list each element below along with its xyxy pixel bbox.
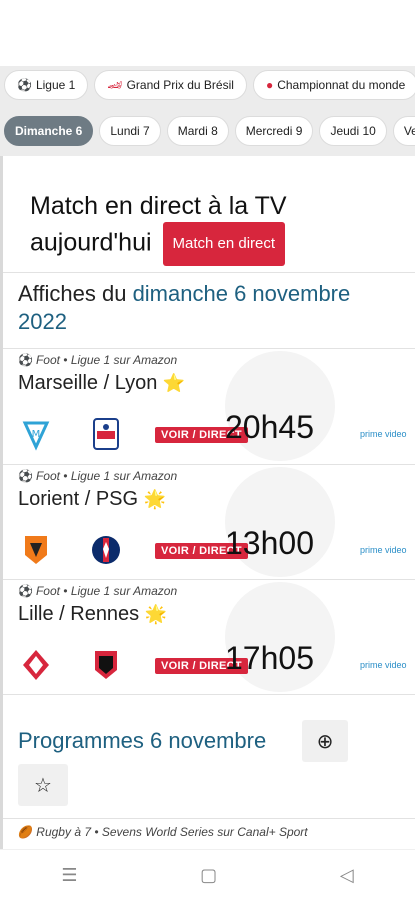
menu-icon[interactable]: ☰ xyxy=(61,865,77,886)
chip-ligue-1[interactable]: ⚽ Ligue 1 xyxy=(4,70,89,100)
match-time: 20h45 xyxy=(225,409,314,445)
marseille-logo-icon: M xyxy=(22,421,50,451)
favorite-button[interactable]: ☆ xyxy=(18,764,68,806)
prime-video-logo: prime video xyxy=(360,429,407,439)
chip-championnat[interactable]: ● Championnat du monde xyxy=(252,70,415,100)
back-icon[interactable]: ◁ xyxy=(340,865,354,886)
star-outline-icon: ☆ xyxy=(34,774,52,797)
match-meta: ⚽ Foot • Ligue 1 sur Amazon xyxy=(18,353,178,367)
star-icon: 🌟 xyxy=(143,489,167,509)
hero-section: Match en direct à la TV aujourd'hui Matc… xyxy=(30,190,400,266)
soccer-ball-icon: ⚽ xyxy=(18,584,33,598)
divider xyxy=(3,694,415,695)
tab-day-1[interactable]: Lundi 7 xyxy=(99,116,161,146)
day-tabs: Dimanche 6 Lundi 7 Mardi 8 Mercredi 9 Je… xyxy=(0,116,415,150)
programmes-title: Programmes 6 novembre xyxy=(18,728,267,753)
race-car-icon: 🏎 xyxy=(107,78,123,92)
boxing-glove-icon: ● xyxy=(265,78,274,92)
lille-logo-icon xyxy=(23,650,49,680)
match-card[interactable]: ⚽ Foot • Ligue 1 sur Amazon Lille / Renne… xyxy=(3,580,415,695)
rugby-ball-icon: 🏉 xyxy=(18,825,33,839)
tab-day-0[interactable]: Dimanche 6 xyxy=(4,116,94,146)
tab-day-2[interactable]: Mardi 8 xyxy=(166,116,229,146)
psg-logo-icon xyxy=(92,536,120,564)
match-meta: ⚽ Foot • Ligue 1 sur Amazon xyxy=(18,584,178,598)
lyon-logo-icon xyxy=(93,418,119,450)
soccer-ball-icon: ⚽ xyxy=(17,78,32,92)
tab-day-3[interactable]: Mercredi 9 xyxy=(234,116,314,146)
prime-video-logo: prime video xyxy=(360,660,407,670)
rugby-meta[interactable]: 🏉 Rugby à 7 • Sevens World Series sur Ca… xyxy=(18,825,308,839)
star-icon: 🌟 xyxy=(144,604,168,624)
plus-circle-icon: ⊕ xyxy=(316,730,334,753)
divider xyxy=(3,272,415,273)
add-button[interactable]: ⊕ xyxy=(302,720,348,762)
system-nav-bar: ☰ ▢ ◁ xyxy=(0,849,415,900)
soccer-ball-icon: ⚽ xyxy=(18,353,33,367)
hero-title: Match en direct à la TV aujourd'hui Matc… xyxy=(30,190,400,266)
prime-video-logo: prime video xyxy=(360,545,407,555)
match-card[interactable]: ⚽ Foot • Ligue 1 sur Amazon Marseille / L… xyxy=(3,349,415,464)
match-teams: Marseille / Lyon ⭐ xyxy=(18,372,186,394)
rennes-logo-icon xyxy=(95,651,117,679)
status-bar xyxy=(0,0,415,66)
live-match-button[interactable]: Match en direct xyxy=(162,222,286,266)
match-time: 13h00 xyxy=(225,525,314,561)
match-meta: ⚽ Foot • Ligue 1 sur Amazon xyxy=(18,469,178,483)
match-teams: Lille / Rennes 🌟 xyxy=(18,603,168,625)
match-teams: Lorient / PSG 🌟 xyxy=(18,488,167,510)
divider xyxy=(3,818,415,819)
chip-grand-prix[interactable]: 🏎 Grand Prix du Brésil xyxy=(94,70,247,100)
match-card[interactable]: ⚽ Foot • Ligue 1 sur Amazon Lorient / PSG… xyxy=(3,465,415,580)
soccer-ball-icon: ⚽ xyxy=(18,469,33,483)
tab-day-4[interactable]: Jeudi 10 xyxy=(319,116,387,146)
svg-text:M: M xyxy=(32,429,41,440)
competition-chips: ⚽ Ligue 1 🏎 Grand Prix du Brésil ● Champion… xyxy=(0,70,415,104)
affiches-title: Affiches du dimanche 6 novembre 2022 xyxy=(18,281,351,334)
match-time: 17h05 xyxy=(225,640,314,676)
lorient-logo-icon xyxy=(25,536,47,564)
star-icon: ⭐ xyxy=(162,373,186,393)
home-icon[interactable]: ▢ xyxy=(200,865,217,886)
tab-day-5[interactable]: Vendr xyxy=(392,116,415,146)
